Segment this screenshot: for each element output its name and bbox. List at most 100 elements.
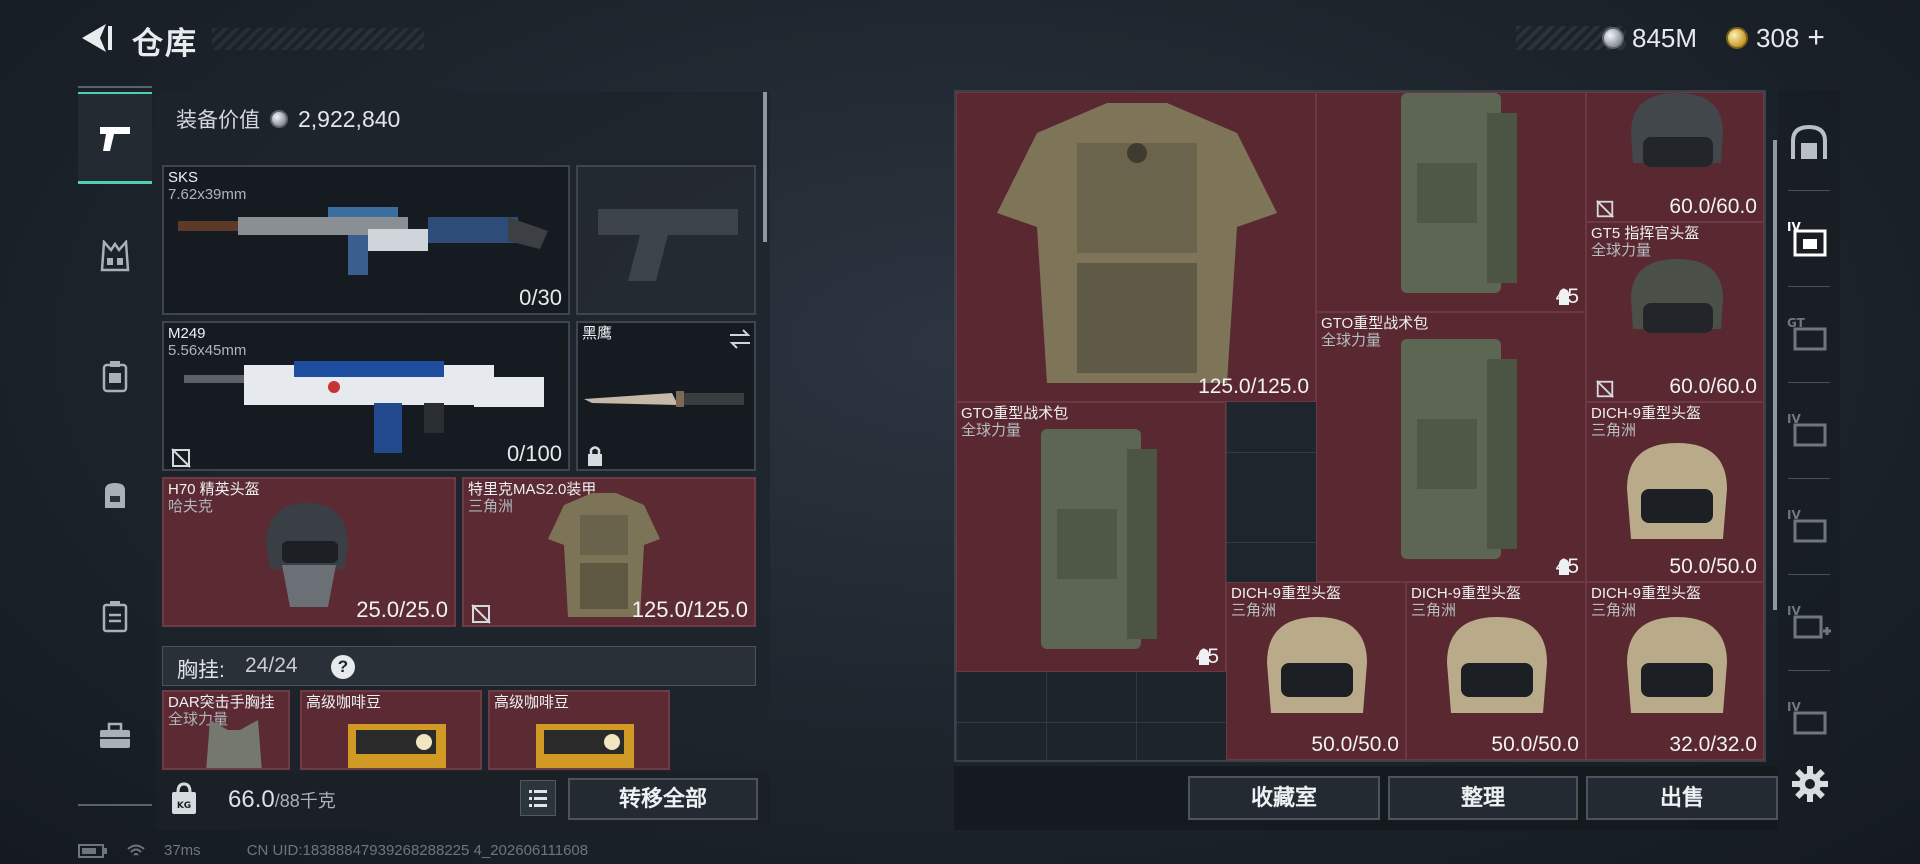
nav-chest-rig[interactable] [78,210,152,302]
grid-item-helmet[interactable]: DICH-9重型头盔 三角洲 50.0/50.0 [1586,402,1764,582]
rail-page[interactable]: IV [1778,482,1840,572]
inventory-item[interactable]: 高级咖啡豆 [488,690,670,770]
item-capacity: 45 [1196,645,1219,669]
storage-page-icon: IV [1787,508,1827,543]
grid-item-helmet[interactable]: 60.0/60.0 [1586,92,1764,222]
help-button[interactable]: ? [331,655,355,679]
helmet-image [1631,93,1723,167]
warehouse-scrollbar[interactable] [1773,140,1777,610]
weapon-name: SKS [168,169,199,186]
gold-amount: 308 [1756,22,1800,53]
item-brand: 全球力量 [1321,332,1382,349]
back-button[interactable] [78,20,114,56]
wifi-icon [127,844,145,856]
gold-currency[interactable]: 308 + [1726,20,1825,56]
chest-rig-slot[interactable]: DAR突击手胸挂 全球力量 [162,690,290,770]
page-title: 仓库 [132,26,198,61]
backpack-image [1401,93,1517,293]
secondary-primary-weapon-slot[interactable]: M249 5.56x45mm 0/100 [162,321,570,471]
rail-vault[interactable] [1778,98,1840,188]
rail-page[interactable]: IV [1778,674,1840,764]
chest-item-name: DAR突击手胸挂 [168,694,275,711]
grid-item-backpack[interactable]: 45 [1316,92,1586,312]
capacity-icon [1558,289,1569,305]
helmet-brand: 哈夫克 [168,498,214,515]
sell-button[interactable]: 出售 [1586,776,1778,820]
rail-divider [1788,286,1830,287]
rail-divider [1788,190,1830,191]
primary-weapon-slot[interactable]: SKS 7.62x39mm 0/30 [162,165,570,315]
item-brand: 全球力量 [961,422,1022,439]
item-brand: 三角洲 [1591,422,1637,439]
grid-item-backpack[interactable]: GTO重型战术包 全球力量 45 [1316,312,1586,582]
grid-item-backpack[interactable]: GTO重型战术包 全球力量 45 [956,402,1226,672]
ammo-count: 0/100 [506,441,562,466]
equipment-scrollbar[interactable] [763,92,767,242]
item-name: DICH-9重型头盔 [1231,585,1342,602]
equipment-value: 装备价值 2,922,840 [176,104,400,134]
collection-room-button[interactable]: 收藏室 [1188,776,1380,820]
swap-icon[interactable] [728,329,752,349]
item-durability: 60.0/60.0 [1669,375,1757,398]
grid-item-helmet[interactable]: DICH-9重型头盔 三角洲 50.0/50.0 [1406,582,1586,760]
grid-item-armor[interactable]: 125.0/125.0 [956,92,1316,402]
settings-button[interactable] [1790,764,1830,804]
capacity-icon [1198,649,1209,665]
grid-item-helmet[interactable]: DICH-9重型头盔 三角洲 32.0/32.0 [1586,582,1764,760]
rail-page[interactable]: GT [1778,290,1840,380]
item-durability: 60.0/60.0 [1669,195,1757,218]
nav-divider [78,804,152,806]
item-durability: 50.0/50.0 [1311,733,1399,756]
armor-vest-image [997,103,1277,383]
no-insure-icon [1596,380,1614,398]
armor-slot[interactable]: 特里克MAS2.0装甲 三角洲 125.0/125.0 [462,477,756,627]
armor-durability: 125.0/125.0 [631,597,748,622]
silver-coin-icon [270,110,288,128]
coffee-bag-image [348,724,446,768]
melee-slot[interactable]: 黑鹰 [576,321,756,471]
gear-icon [1792,766,1828,802]
equipment-value-amount: 2,922,840 [298,105,401,132]
chest-rig-header: 胸挂: 24/24 ? [162,646,756,686]
nav-divider [78,86,152,88]
transfer-all-button[interactable]: 转移全部 [568,778,758,820]
nav-armor[interactable] [78,330,152,422]
m249-lmg-image [184,361,544,453]
battery-icon [78,843,107,858]
sort-button[interactable]: 整理 [1388,776,1578,820]
armor-brand: 三角洲 [468,498,514,515]
rail-divider [1788,478,1830,479]
uid-text: CN UID:18388847939268288225 4_2026061116… [246,842,589,859]
ping-text: 37ms [164,842,201,859]
helmet-slot[interactable]: H70 精英头盔 哈夫克 25.0/25.0 [162,477,456,627]
nav-backpack[interactable] [78,450,152,542]
secondary-weapon-slot[interactable] [576,165,756,315]
weight-icon: KG [170,782,198,816]
nav-case[interactable] [78,570,152,662]
warehouse-page-rail: IV GT IV IV IV IV [1778,90,1840,830]
dich-helmet-image [1627,617,1727,713]
nav-weapons[interactable] [78,92,152,184]
item-name: 高级咖啡豆 [306,694,382,711]
add-gold-button[interactable]: + [1807,21,1825,55]
storage-page-icon: IV [1787,412,1827,447]
rail-page[interactable]: IV [1778,386,1840,476]
weight-readout: 66.0/88千克 [228,786,336,814]
item-capacity: 45 [1556,285,1579,309]
grid-item-helmet[interactable]: GT5 指挥官头盔 全球力量 60.0/60.0 [1586,222,1764,402]
melee-name: 黑鹰 [582,325,613,342]
nav-toolbox[interactable] [78,690,152,782]
inventory-item[interactable]: 高级咖啡豆 [300,690,482,770]
list-view-button[interactable] [520,780,556,816]
helmet-image [1631,259,1723,333]
h70-helmet-image [266,503,348,607]
rail-page-4-active[interactable]: IV [1778,194,1840,284]
rail-add-page[interactable]: IV [1778,578,1840,668]
pistol-icon [100,126,130,151]
dich-helmet-image [1627,443,1727,539]
grid-item-helmet[interactable]: DICH-9重型头盔 三角洲 50.0/50.0 [1226,582,1406,760]
backpack-image [1401,339,1517,559]
vest-icon [100,240,130,272]
item-durability: 50.0/50.0 [1491,733,1579,756]
backpack-icon [105,483,125,508]
